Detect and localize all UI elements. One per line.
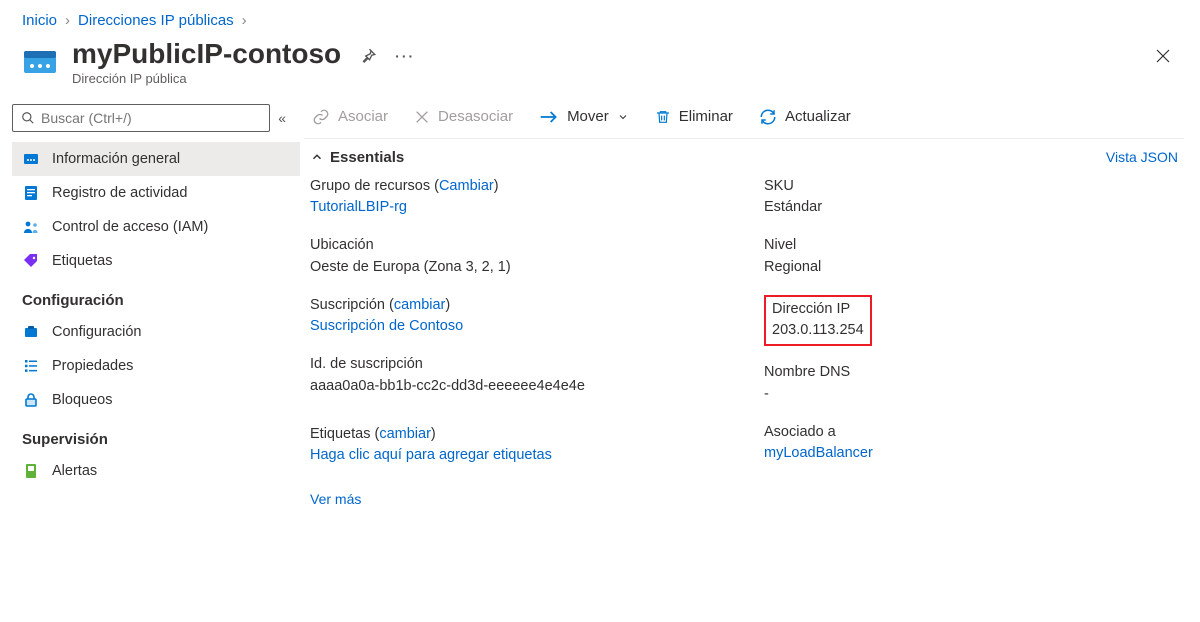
overview-icon [22,150,40,168]
tags-label: Etiquetas [310,426,370,442]
resource-header: myPublicIP-contoso Dirección IP pública … [0,33,1200,96]
command-bar: Asociar Desasociar Mover [304,96,1184,139]
alert-icon [22,462,40,480]
json-view-link[interactable]: Vista JSON [1106,149,1178,165]
tier-label: Nivel [764,235,1178,257]
dns-label: Nombre DNS [764,362,1178,384]
resource-group-label: Grupo de recursos [310,178,430,194]
x-icon [414,109,430,125]
tier-value: Regional [764,257,1178,279]
search-icon [21,111,35,125]
chevron-right-icon: › [65,12,70,29]
resource-sidebar: « Información general Registro de activi… [0,96,300,536]
tag-icon [22,252,40,270]
change-subscription-link[interactable]: cambiar [394,297,446,313]
sidebar-item-alerts[interactable]: Alertas [12,454,300,488]
ip-value: 203.0.113.254 [772,320,864,342]
subscription-id-label: Id. de suscripción [310,354,724,376]
ip-label: Dirección IP [772,299,864,321]
page-title: myPublicIP-contoso [72,37,341,71]
breadcrumb-home[interactable]: Inicio [22,12,57,29]
see-more-link[interactable]: Ver más [310,491,361,507]
sidebar-item-label: Bloqueos [52,392,112,408]
sidebar-section-monitor: Supervisión [12,417,300,454]
pin-icon[interactable] [359,47,377,65]
sidebar-section-config: Configuración [12,278,300,315]
public-ip-resource-icon [22,43,58,79]
disassociate-button[interactable]: Desasociar [412,106,515,127]
resource-group-value[interactable]: TutorialLBIP-rg [310,199,407,215]
location-value: Oeste de Europa (Zona 3, 2, 1) [310,257,724,279]
lock-icon [22,391,40,409]
essentials-toggle[interactable]: Essentials [310,149,404,166]
subscription-id-value: aaaa0a0a-bb1b-cc2c-dd3d-eeeeee4e4e4e [310,376,724,398]
config-icon [22,323,40,341]
sidebar-item-label: Configuración [52,324,141,340]
associated-label: Asociado a [764,422,1178,444]
sidebar-item-label: Información general [52,151,180,167]
ip-address-highlight: Dirección IP 203.0.113.254 [764,295,872,347]
page-subtitle: Dirección IP pública [72,71,341,86]
more-icon[interactable]: ··· [395,48,415,64]
link-icon [312,108,330,126]
dns-value: - [764,384,1178,406]
iam-icon [22,218,40,236]
change-tags-link[interactable]: cambiar [379,426,431,442]
delete-button[interactable]: Eliminar [653,106,735,128]
sku-label: SKU [764,176,1178,198]
breadcrumb: Inicio › Direcciones IP públicas › [0,0,1200,33]
associated-value[interactable]: myLoadBalancer [764,445,873,461]
subscription-value[interactable]: Suscripción de Contoso [310,318,463,334]
search-input[interactable] [41,110,261,126]
trash-icon [655,108,671,126]
sidebar-item-label: Alertas [52,463,97,479]
log-icon [22,184,40,202]
move-button[interactable]: Mover [537,106,631,127]
sidebar-item-label: Propiedades [52,358,133,374]
sidebar-item-properties[interactable]: Propiedades [12,349,300,383]
sidebar-item-iam[interactable]: Control de acceso (IAM) [12,210,300,244]
location-label: Ubicación [310,235,724,257]
breadcrumb-parent[interactable]: Direcciones IP públicas [78,12,234,29]
refresh-button[interactable]: Actualizar [757,106,853,128]
add-tags-link[interactable]: Haga clic aquí para agregar etiquetas [310,447,552,463]
sidebar-item-tags[interactable]: Etiquetas [12,244,300,278]
sidebar-item-label: Registro de actividad [52,185,187,201]
sidebar-item-overview[interactable]: Información general [12,142,300,176]
associate-button[interactable]: Asociar [310,106,390,128]
chevron-right-icon: › [242,12,247,29]
sidebar-item-activity-log[interactable]: Registro de actividad [12,176,300,210]
collapse-sidebar-icon[interactable]: « [270,106,294,130]
subscription-label: Suscripción [310,297,385,313]
sidebar-item-locks[interactable]: Bloqueos [12,383,300,417]
chevron-down-icon [617,111,629,123]
change-resource-group-link[interactable]: Cambiar [439,178,494,194]
sidebar-item-label: Etiquetas [52,253,112,269]
arrow-right-icon [539,109,559,125]
main-content: Asociar Desasociar Mover [300,96,1200,536]
sidebar-search[interactable] [12,104,270,132]
essentials-panel: Grupo de recursos (Cambiar) TutorialLBIP… [304,176,1184,484]
sidebar-item-config[interactable]: Configuración [12,315,300,349]
sku-value: Estándar [764,197,1178,219]
refresh-icon [759,108,777,126]
properties-icon [22,357,40,375]
close-icon[interactable] [1148,41,1178,71]
chevron-up-icon [310,150,324,164]
sidebar-item-label: Control de acceso (IAM) [52,219,208,235]
